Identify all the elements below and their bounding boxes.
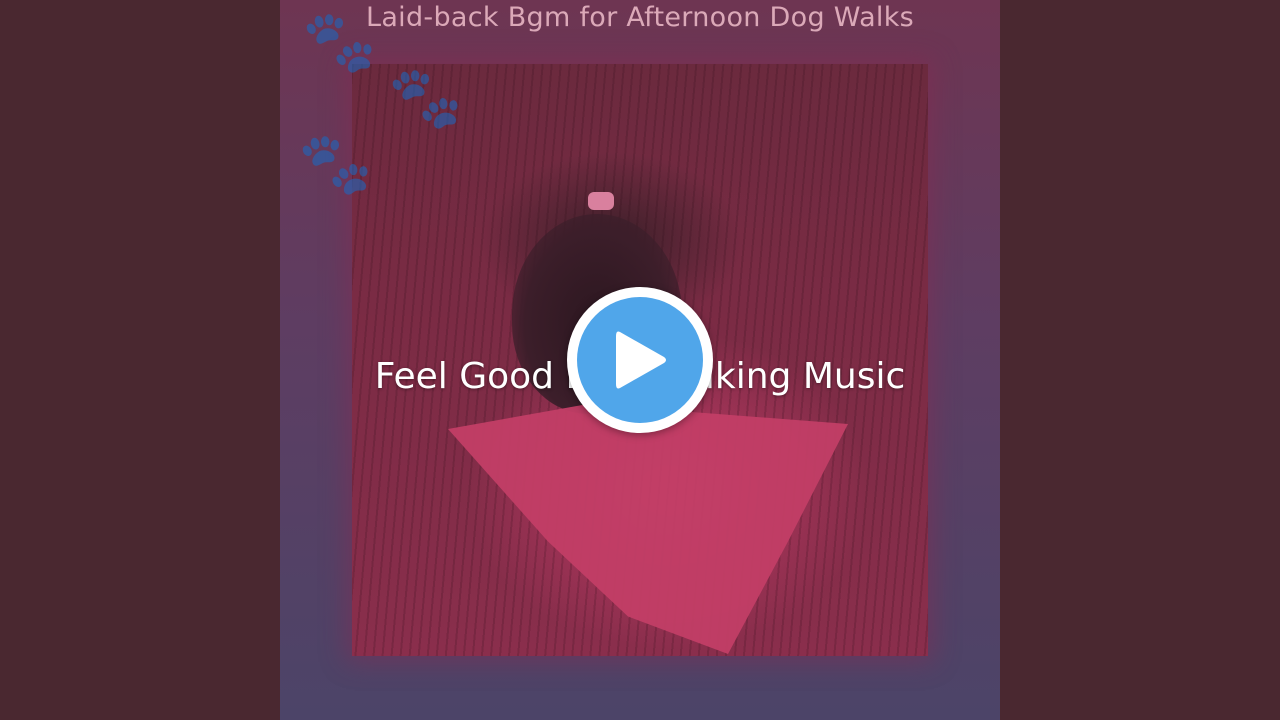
album-title: Laid-back Bgm for Afternoon Dog Walks bbox=[365, 2, 915, 33]
play-icon bbox=[612, 328, 668, 392]
paw-icon: 🐾 bbox=[298, 129, 373, 199]
play-button-face[interactable] bbox=[577, 297, 703, 423]
paw-icon: 🐾 bbox=[302, 7, 377, 77]
play-button[interactable] bbox=[567, 287, 713, 433]
video-player[interactable]: Laid-back Bgm for Afternoon Dog Walks 🐾 … bbox=[0, 0, 1280, 720]
dog-bow bbox=[588, 192, 614, 210]
paw-icon: 🐾 bbox=[388, 63, 463, 133]
